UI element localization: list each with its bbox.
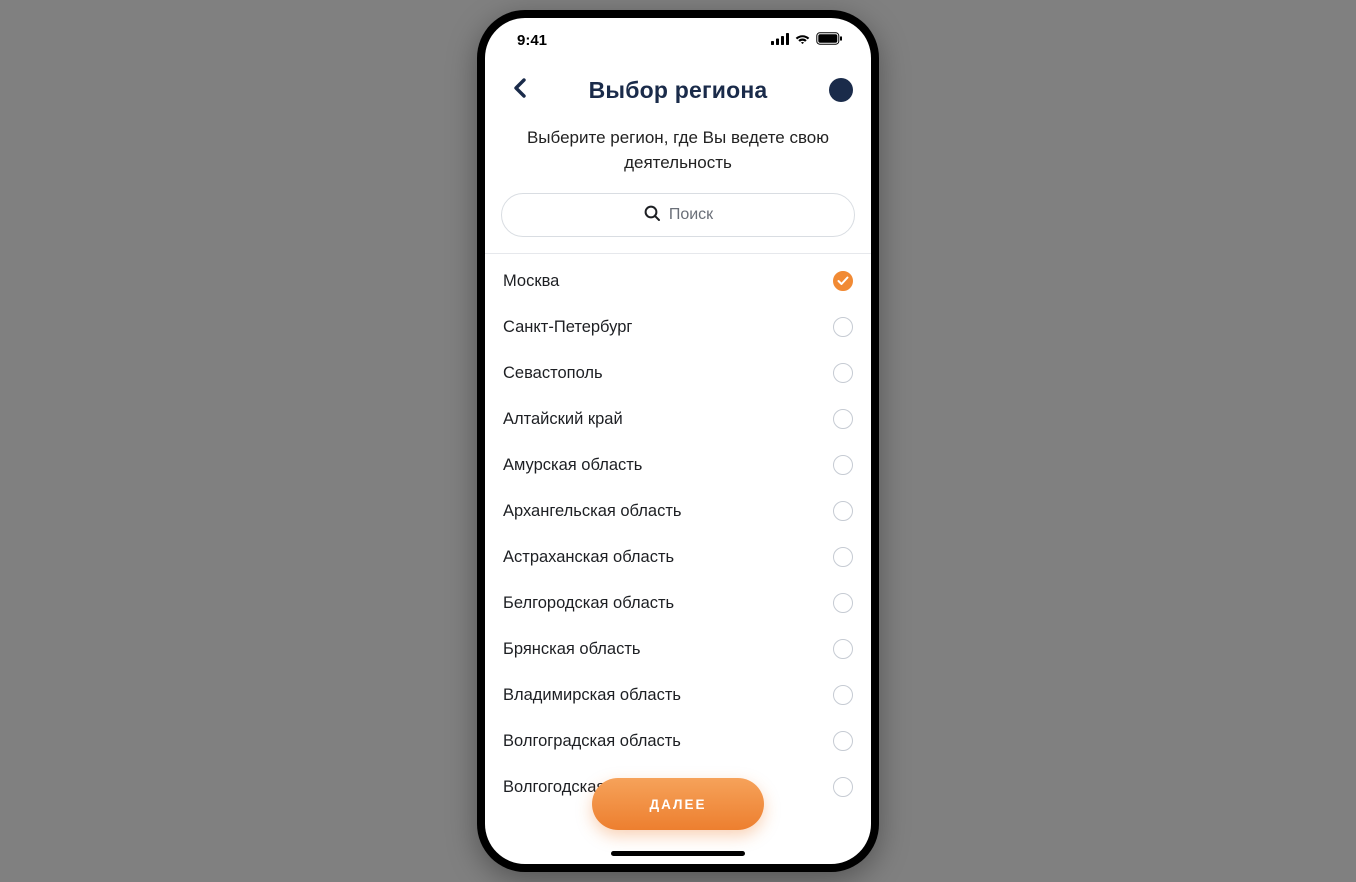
radio-unchecked-icon (833, 731, 853, 751)
region-row[interactable]: Санкт-Петербург (485, 304, 871, 350)
radio-unchecked-icon (833, 363, 853, 383)
next-button[interactable]: ДАЛЕЕ (592, 778, 764, 830)
search-placeholder: Поиск (669, 206, 713, 224)
region-row[interactable]: Алтайский край (485, 396, 871, 442)
region-row[interactable]: Волгоградская область (485, 718, 871, 764)
radio-unchecked-icon (833, 777, 853, 797)
nav-indicator-dot (829, 78, 853, 102)
home-indicator (611, 851, 745, 856)
region-row[interactable]: Москва (485, 258, 871, 304)
search-input[interactable]: Поиск (501, 193, 855, 237)
battery-icon (816, 32, 843, 49)
radio-unchecked-icon (833, 685, 853, 705)
radio-unchecked-icon (833, 317, 853, 337)
page-title: Выбор региона (589, 77, 768, 104)
region-label: Севастополь (503, 364, 603, 383)
back-button[interactable] (501, 72, 537, 108)
region-row[interactable]: Астраханская область (485, 534, 871, 580)
radio-unchecked-icon (833, 455, 853, 475)
radio-unchecked-icon (833, 501, 853, 521)
radio-unchecked-icon (833, 547, 853, 567)
search-icon (643, 204, 661, 227)
nav-bar: Выбор региона (485, 62, 871, 118)
region-row[interactable]: Амурская область (485, 442, 871, 488)
status-bar: 9:41 (485, 18, 871, 62)
region-label: Астраханская область (503, 548, 674, 567)
region-label: Архангельская область (503, 502, 681, 521)
chevron-left-icon (513, 78, 526, 103)
region-label: Брянская область (503, 640, 641, 659)
region-list: Москва Санкт-Петербург Севастополь Алтайски… (485, 254, 871, 864)
phone-frame: 9:41 Выбор региона Выб (477, 10, 879, 872)
wifi-icon (794, 32, 811, 49)
region-label: Москва (503, 272, 559, 291)
radio-unchecked-icon (833, 639, 853, 659)
status-time: 9:41 (517, 32, 547, 49)
region-label: Амурская область (503, 456, 642, 475)
region-label: Волгоградская область (503, 732, 681, 751)
region-label: Санкт-Петербург (503, 318, 632, 337)
region-row[interactable]: Архангельская область (485, 488, 871, 534)
next-button-label: ДАЛЕЕ (649, 797, 706, 812)
region-row[interactable]: Севастополь (485, 350, 871, 396)
cellular-icon (771, 32, 789, 49)
region-row[interactable]: Владимирская область (485, 672, 871, 718)
radio-checked-icon (833, 271, 853, 291)
screen: 9:41 Выбор региона Выб (485, 18, 871, 864)
region-label: Владимирская область (503, 686, 681, 705)
status-indicators (771, 32, 843, 49)
search-container: Поиск (485, 189, 871, 253)
radio-unchecked-icon (833, 593, 853, 613)
radio-unchecked-icon (833, 409, 853, 429)
region-label: Белгородская область (503, 594, 674, 613)
region-label: Алтайский край (503, 410, 623, 429)
region-row[interactable]: Белгородская область (485, 580, 871, 626)
page-subtitle: Выберите регион, где Вы ведете свою деят… (485, 118, 871, 189)
region-row[interactable]: Брянская область (485, 626, 871, 672)
